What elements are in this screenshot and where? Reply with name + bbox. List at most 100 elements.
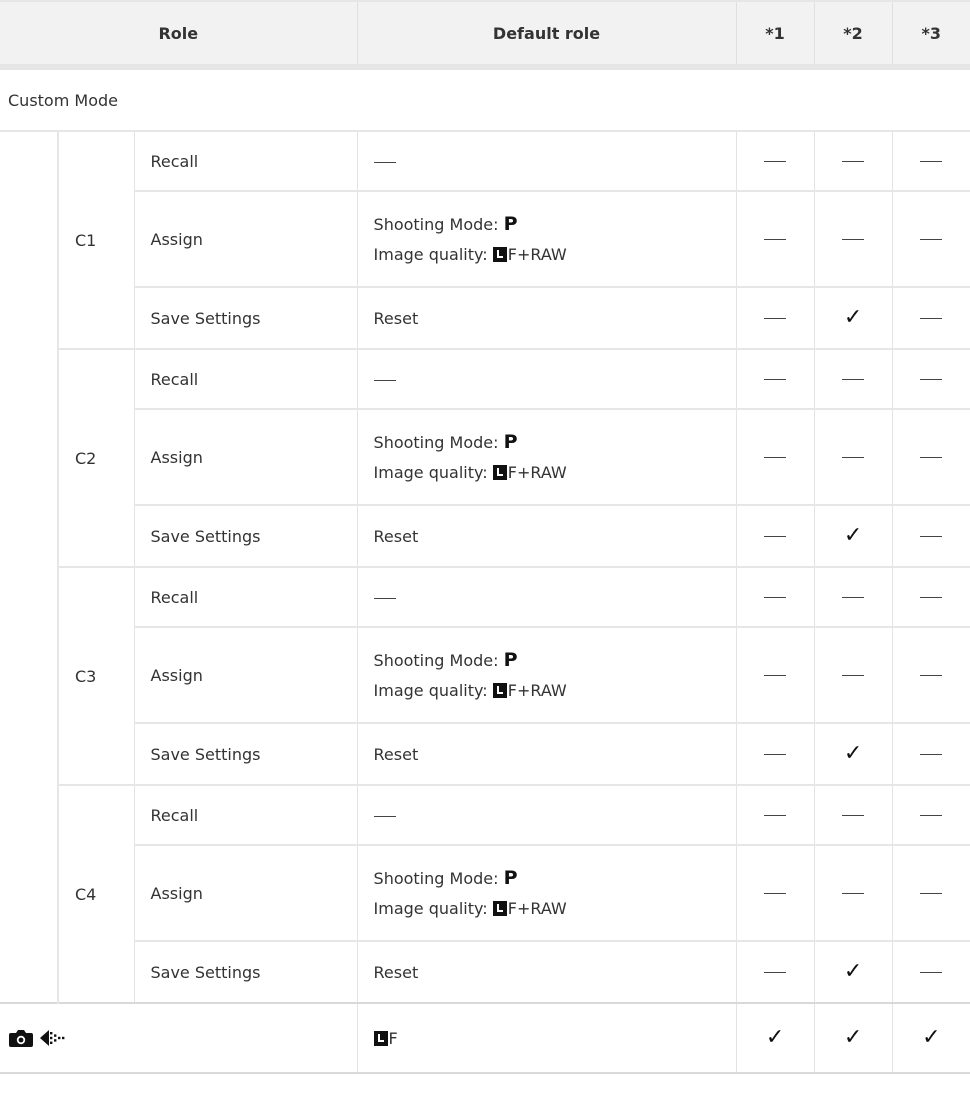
shooting-mode-value: P — [503, 648, 518, 671]
image-quality-line: Image quality: F+RAW — [374, 458, 736, 488]
mark-cell — [891, 626, 970, 723]
image-quality-label: Image quality: — [373, 898, 493, 918]
default-cell: F — [356, 1002, 737, 1074]
default-cell — [356, 784, 737, 845]
table-row: Assign Shooting Mode: P Image quality: F+R… — [0, 190, 970, 287]
mark-cell — [891, 348, 970, 409]
group-label: C4 — [57, 784, 134, 1003]
check-icon: ✓ — [843, 959, 863, 984]
shooting-mode-line: Shooting Mode: P — [374, 863, 736, 894]
mark-cell — [735, 784, 815, 845]
check-icon: ✓ — [765, 1025, 785, 1050]
check-icon: ✓ — [843, 741, 863, 766]
dash-mark — [920, 675, 943, 676]
section-title: Custom Mode — [8, 90, 118, 110]
mark-cell — [735, 566, 815, 627]
dash-mark — [842, 161, 865, 162]
dash-mark — [764, 815, 787, 816]
shooting-mode-line: Shooting Mode: P — [374, 209, 736, 240]
default-cell — [356, 566, 737, 627]
dash-mark — [920, 815, 943, 816]
shooting-mode-value: P — [503, 430, 518, 453]
mark-cell — [735, 844, 815, 941]
row-label: Assign — [133, 626, 358, 723]
mark-cell — [891, 408, 970, 505]
dash-mark — [842, 379, 865, 380]
table-row: Save Settings Reset ✓ — [0, 504, 970, 567]
dash-mark — [842, 675, 865, 676]
default-cell: Reset — [356, 504, 737, 567]
check-icon: ✓ — [922, 1025, 941, 1050]
dash-mark — [920, 457, 943, 458]
large-quality-icon — [492, 682, 507, 698]
image-quality-line: Image quality: F+RAW — [374, 240, 736, 270]
shooting-mode-line: Shooting Mode: P — [374, 427, 736, 458]
default-cell: Shooting Mode: P Image quality: F+RAW — [356, 408, 737, 505]
group-label: C3 — [57, 566, 134, 785]
dash-mark — [920, 754, 943, 755]
mark-cell — [891, 844, 970, 941]
dash-mark — [764, 754, 787, 755]
table-row: C4 Recall — [0, 784, 970, 1003]
dash-mark — [842, 457, 865, 458]
mark-cell: ✓ — [813, 504, 893, 567]
dash-mark — [373, 161, 396, 163]
mark-cell: ✓ — [735, 1002, 815, 1074]
header-note-1: *1 — [735, 0, 815, 70]
dash-mark — [842, 815, 865, 816]
mark-cell — [813, 408, 893, 505]
image-quality-line: Image quality: F+RAW — [374, 894, 736, 924]
dash-mark — [764, 318, 787, 319]
dash-mark — [920, 893, 943, 894]
image-quality-value: F+RAW — [507, 244, 567, 264]
default-cell: Reset — [356, 722, 737, 785]
dash-mark — [764, 161, 787, 162]
header-note-2: *2 — [813, 0, 893, 70]
image-quality-label: Image quality: — [373, 244, 493, 264]
dash-mark — [764, 536, 787, 537]
default-cell — [356, 130, 737, 191]
mark-cell — [813, 566, 893, 627]
mark-cell — [735, 348, 815, 409]
mark-cell — [813, 130, 893, 191]
dash-mark — [764, 379, 787, 380]
dash-mark — [764, 597, 787, 598]
image-quality-label: Image quality: — [373, 462, 493, 482]
default-cell: Shooting Mode: P Image quality: F+RAW — [356, 190, 737, 287]
table-row: C2 Recall — [0, 348, 970, 567]
table-row: C1 Recall — [0, 130, 970, 1003]
default-cell: Shooting Mode: P Image quality: F+RAW — [356, 844, 737, 941]
default-cell: Shooting Mode: P Image quality: F+RAW — [356, 626, 737, 723]
image-quality-label: Image quality: — [373, 680, 493, 700]
dash-mark — [764, 893, 787, 894]
row-label: Recall — [133, 566, 358, 627]
shooting-mode-label: Shooting Mode: — [373, 432, 504, 452]
dash-mark — [920, 972, 943, 973]
mark-cell — [735, 130, 815, 191]
image-quality-line: Image quality: F+RAW — [374, 676, 736, 706]
mark-cell — [891, 130, 970, 191]
default-cell: Reset — [356, 940, 737, 1003]
mark-cell: ✓ — [813, 940, 893, 1003]
shooting-mode-label: Shooting Mode: — [373, 214, 504, 234]
large-quality-icon — [492, 464, 507, 480]
mark-cell — [813, 626, 893, 723]
sequential-shooting-icon — [40, 1030, 65, 1046]
table-row: C3 Recall — [0, 566, 970, 785]
table-row: Save Settings Reset ✓ — [0, 940, 970, 1003]
mark-cell — [891, 722, 970, 785]
dash-mark — [842, 893, 865, 894]
mark-cell — [735, 940, 815, 1003]
mark-cell — [735, 408, 815, 505]
table-row: Assign Shooting Mode: P Image quality: F+R… — [0, 844, 970, 941]
mark-cell — [735, 504, 815, 567]
mark-cell: ✓ — [813, 286, 893, 349]
default-cell — [356, 348, 737, 409]
dash-mark — [764, 457, 787, 458]
shooting-mode-label: Shooting Mode: — [373, 650, 504, 670]
dash-mark — [764, 675, 787, 676]
dash-mark — [920, 536, 943, 537]
check-icon: ✓ — [843, 305, 863, 330]
mark-cell — [891, 566, 970, 627]
dash-mark — [842, 597, 865, 598]
